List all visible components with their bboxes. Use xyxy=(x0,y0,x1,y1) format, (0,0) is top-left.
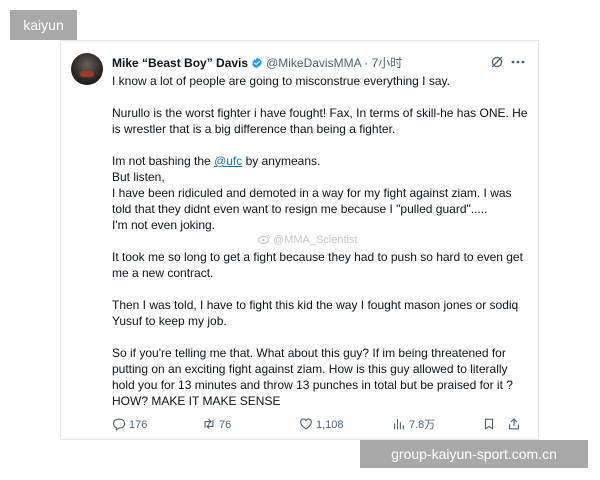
tweet-card: Mike “Beast Boy” Davis @MikeDavisMMA · 7小… xyxy=(60,40,539,440)
site-url-badge: group-kaiyun-sport.com.cn xyxy=(360,440,588,468)
share-button[interactable] xyxy=(507,417,524,433)
more-icon[interactable] xyxy=(510,55,526,69)
grok-icon[interactable] xyxy=(490,55,504,69)
verified-badge-icon xyxy=(251,57,263,69)
display-name[interactable]: Mike “Beast Boy” Davis xyxy=(112,56,248,70)
text-fragment: Im not bashing the xyxy=(112,154,215,168)
tweet-paragraph: Nurullo is the worst fighter i have foug… xyxy=(112,106,528,136)
retweet-button[interactable]: 76 xyxy=(202,417,231,433)
tweet-paragraph: I have been ridiculed and demoted in a w… xyxy=(112,186,512,216)
weibo-icon xyxy=(257,233,271,244)
tweet-timestamp[interactable]: 7小时 xyxy=(372,56,403,70)
reply-count: 176 xyxy=(129,419,148,431)
retweet-count: 76 xyxy=(219,419,232,431)
like-button[interactable]: 1,108 xyxy=(299,417,344,433)
tweet-paragraph: I'm not even joking. xyxy=(112,218,216,232)
watermark-text: @MMA_Scientist xyxy=(273,234,358,246)
views-chart-icon xyxy=(394,419,404,430)
bookmark-icon xyxy=(484,418,494,430)
reply-button[interactable]: 176 xyxy=(112,417,147,433)
views-count: 7.8万 xyxy=(409,419,436,431)
bookmark-button[interactable] xyxy=(482,417,499,433)
tweet-paragraph: So if you're telling me that. What about… xyxy=(112,346,513,392)
avatar[interactable] xyxy=(71,53,103,85)
tweet-paragraph: But listen, xyxy=(112,170,165,184)
site-brand-badge: kaiyun xyxy=(10,10,77,40)
tweet-header: Mike “Beast Boy” Davis @MikeDavisMMA · 7小… xyxy=(112,55,478,71)
views-button[interactable]: 7.8万 xyxy=(392,417,435,433)
heart-icon xyxy=(300,418,312,430)
text-fragment: by anymeans. xyxy=(242,154,321,168)
tweet-paragraph: It took me so long to get a fight becaus… xyxy=(112,250,523,280)
tweet-paragraph: I know a lot of people are going to misc… xyxy=(112,74,450,88)
tweet-paragraph: Im not bashing the @ufc by anymeans. xyxy=(112,153,532,169)
user-handle[interactable]: @MikeDavisMMA xyxy=(266,56,361,70)
tweet-paragraph: Then I was told, I have to fight this ki… xyxy=(112,298,519,328)
watermark: @MMA_Scientist xyxy=(257,233,358,246)
separator-dot: · xyxy=(364,56,369,70)
reply-icon xyxy=(112,418,126,431)
mention-link-ufc[interactable]: @ufc xyxy=(214,154,242,168)
share-icon xyxy=(509,418,519,430)
tweet-action-bar: 176 76 1,108 7.8万 xyxy=(112,417,524,433)
like-count: 1,108 xyxy=(316,419,344,431)
retweet-icon xyxy=(204,419,214,429)
tweet-paragraph: HOW? MAKE IT MAKE SENSE xyxy=(112,394,281,408)
